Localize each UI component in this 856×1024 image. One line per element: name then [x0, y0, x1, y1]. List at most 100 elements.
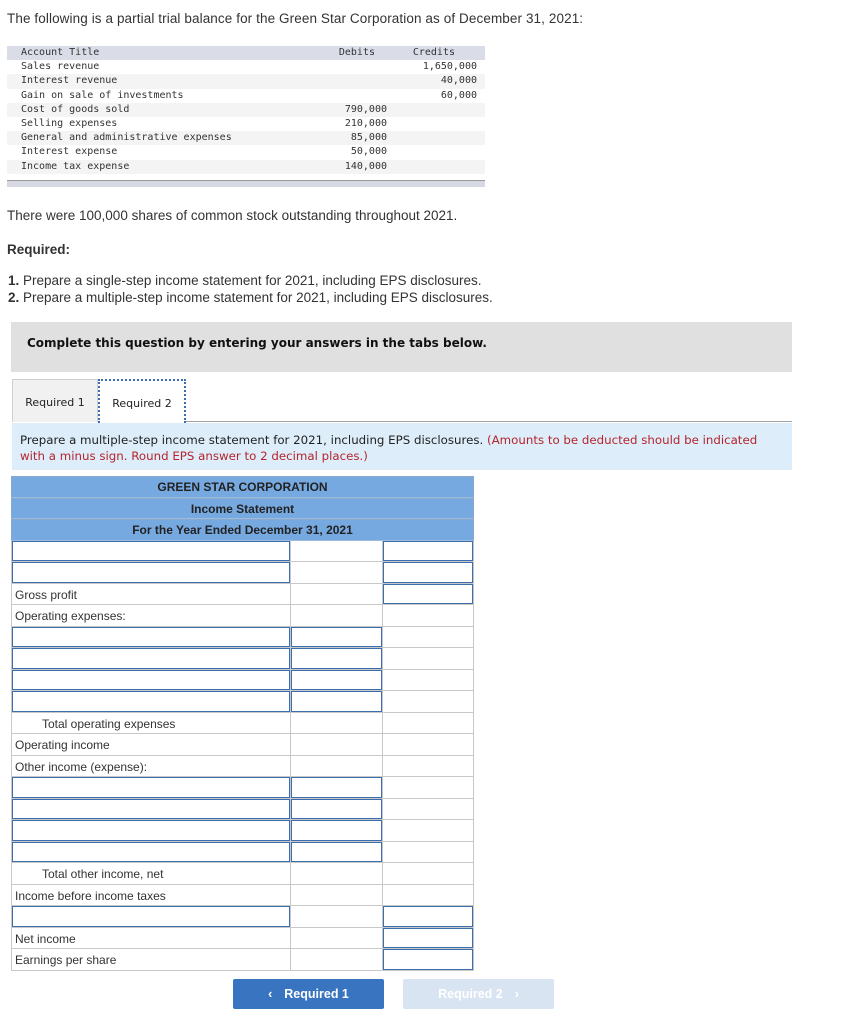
header-credits: Credits — [412, 47, 455, 58]
account-title: Selling expenses — [21, 117, 118, 129]
statement-row — [11, 777, 474, 799]
trial-balance-row: Income tax expense 140,000 — [7, 159, 485, 174]
statement-row: Operating income — [11, 734, 474, 756]
account-title: Interest expense — [21, 146, 118, 158]
debit-value — [300, 89, 387, 103]
total-other-income-label: Total other income, net — [42, 867, 164, 881]
statement-row: Other income (expense): — [11, 755, 474, 777]
account-title: Gain on sale of investments — [21, 89, 184, 101]
statement-row — [11, 906, 474, 928]
amount-input[interactable] — [383, 906, 473, 927]
trial-balance-row: Cost of goods sold 790,000 — [7, 102, 485, 117]
statement-row — [11, 820, 474, 842]
requirements-list: 1. Prepare a single-step income statemen… — [8, 273, 493, 306]
trial-balance-row: Gain on sale of investments 60,000 — [7, 88, 485, 103]
credit-value — [387, 145, 477, 159]
instruction-box: Prepare a multiple-step income statement… — [12, 423, 792, 470]
net-income-input[interactable] — [383, 927, 473, 948]
requirement-number: 2. — [8, 289, 20, 305]
trial-balance-row: Selling expenses 210,000 — [7, 116, 485, 132]
requirement-number: 1. — [8, 273, 20, 288]
account-dropdown[interactable] — [12, 841, 290, 862]
total-operating-expenses-label: Total operating expenses — [42, 716, 176, 731]
statement-row: Gross profit — [11, 583, 474, 605]
amount-input[interactable] — [291, 648, 382, 669]
amount-input[interactable] — [291, 691, 382, 712]
trial-balance-table: Account Title Debits Credits Sales reven… — [7, 46, 485, 187]
previous-button[interactable]: ‹ Required 1 — [233, 979, 384, 1009]
account-dropdown[interactable] — [12, 540, 290, 561]
statement-row — [11, 648, 474, 670]
statement-row — [11, 540, 474, 562]
company-name: GREEN STAR CORPORATION — [11, 476, 474, 498]
account-dropdown[interactable] — [12, 669, 290, 690]
account-title: General and administrative expenses — [21, 132, 232, 144]
requirement-text: Prepare a single-step income statement f… — [19, 273, 482, 288]
account-dropdown[interactable] — [12, 562, 290, 583]
instruction-text: Prepare a multiple-step income statement… — [20, 433, 487, 447]
account-dropdown[interactable] — [12, 798, 290, 819]
amount-input[interactable] — [291, 820, 382, 841]
tab-required-1[interactable]: Required 1 — [12, 379, 98, 422]
debit-value: 790,000 — [344, 103, 387, 115]
statement-row: Operating expenses: — [11, 605, 474, 627]
amount-input[interactable] — [291, 777, 382, 798]
account-dropdown[interactable] — [12, 648, 290, 669]
credit-value — [387, 131, 477, 145]
amount-input[interactable] — [291, 798, 382, 819]
net-income-label: Net income — [15, 931, 76, 946]
amount-input[interactable] — [383, 562, 473, 583]
tab-required-2[interactable]: Required 2 — [98, 379, 186, 423]
account-title: Interest revenue — [21, 75, 118, 87]
statement-row: Net income — [11, 927, 474, 949]
chevron-left-icon: ‹ — [268, 987, 273, 1001]
credit-value: 1,650,000 — [422, 61, 477, 73]
amount-input[interactable] — [383, 540, 473, 561]
requirement-item: 1. Prepare a single-step income statemen… — [8, 273, 493, 290]
amount-input[interactable] — [291, 841, 382, 862]
account-dropdown[interactable] — [12, 777, 290, 798]
debit-value: 140,000 — [344, 160, 387, 172]
trial-balance-footer — [7, 179, 485, 187]
credit-value: 40,000 — [440, 75, 477, 87]
account-title: Sales revenue — [21, 61, 100, 73]
complete-question-banner: Complete this question by entering your … — [11, 322, 792, 372]
debit-value: 85,000 — [350, 132, 387, 144]
statement-row: Earnings per share — [11, 949, 474, 971]
gross-profit-input[interactable] — [383, 583, 473, 604]
debit-value — [300, 74, 387, 88]
account-dropdown[interactable] — [12, 820, 290, 841]
amount-input[interactable] — [291, 669, 382, 690]
required-heading: Required: — [7, 242, 71, 257]
statement-row: Total operating expenses — [11, 712, 474, 734]
debit-value: 210,000 — [344, 117, 387, 129]
operating-expenses-label: Operating expenses: — [15, 609, 126, 623]
account-dropdown[interactable] — [12, 691, 290, 712]
tab-bar: Required 1 Required 2 — [12, 379, 792, 423]
operating-income-label: Operating income — [15, 738, 110, 752]
amount-input[interactable] — [291, 626, 382, 647]
statement-row: Income before income taxes — [11, 884, 474, 906]
shares-outstanding-text: There were 100,000 shares of common stoc… — [7, 208, 458, 223]
trial-balance-row: Interest revenue 40,000 — [7, 74, 485, 89]
chevron-right-icon: › — [514, 987, 519, 1001]
eps-input[interactable] — [383, 949, 473, 970]
income-statement-table: GREEN STAR CORPORATION Income Statement … — [11, 476, 474, 971]
account-dropdown[interactable] — [12, 906, 290, 927]
statement-title: Income Statement — [11, 497, 474, 519]
credit-value — [387, 103, 477, 117]
credit-value — [387, 160, 477, 174]
statement-row — [11, 669, 474, 691]
header-debits: Debits — [338, 47, 375, 58]
debit-value — [300, 60, 387, 74]
statement-row — [11, 691, 474, 713]
other-income-label: Other income (expense): — [15, 759, 148, 774]
gross-profit-label: Gross profit — [15, 587, 78, 602]
next-button[interactable]: Required 2 › — [403, 979, 554, 1009]
statement-row — [11, 562, 474, 584]
header-account-title: Account Title — [21, 47, 100, 58]
account-dropdown[interactable] — [12, 626, 290, 647]
statement-row — [11, 626, 474, 648]
income-before-taxes-label: Income before income taxes — [15, 888, 166, 903]
debit-value: 50,000 — [350, 146, 387, 158]
